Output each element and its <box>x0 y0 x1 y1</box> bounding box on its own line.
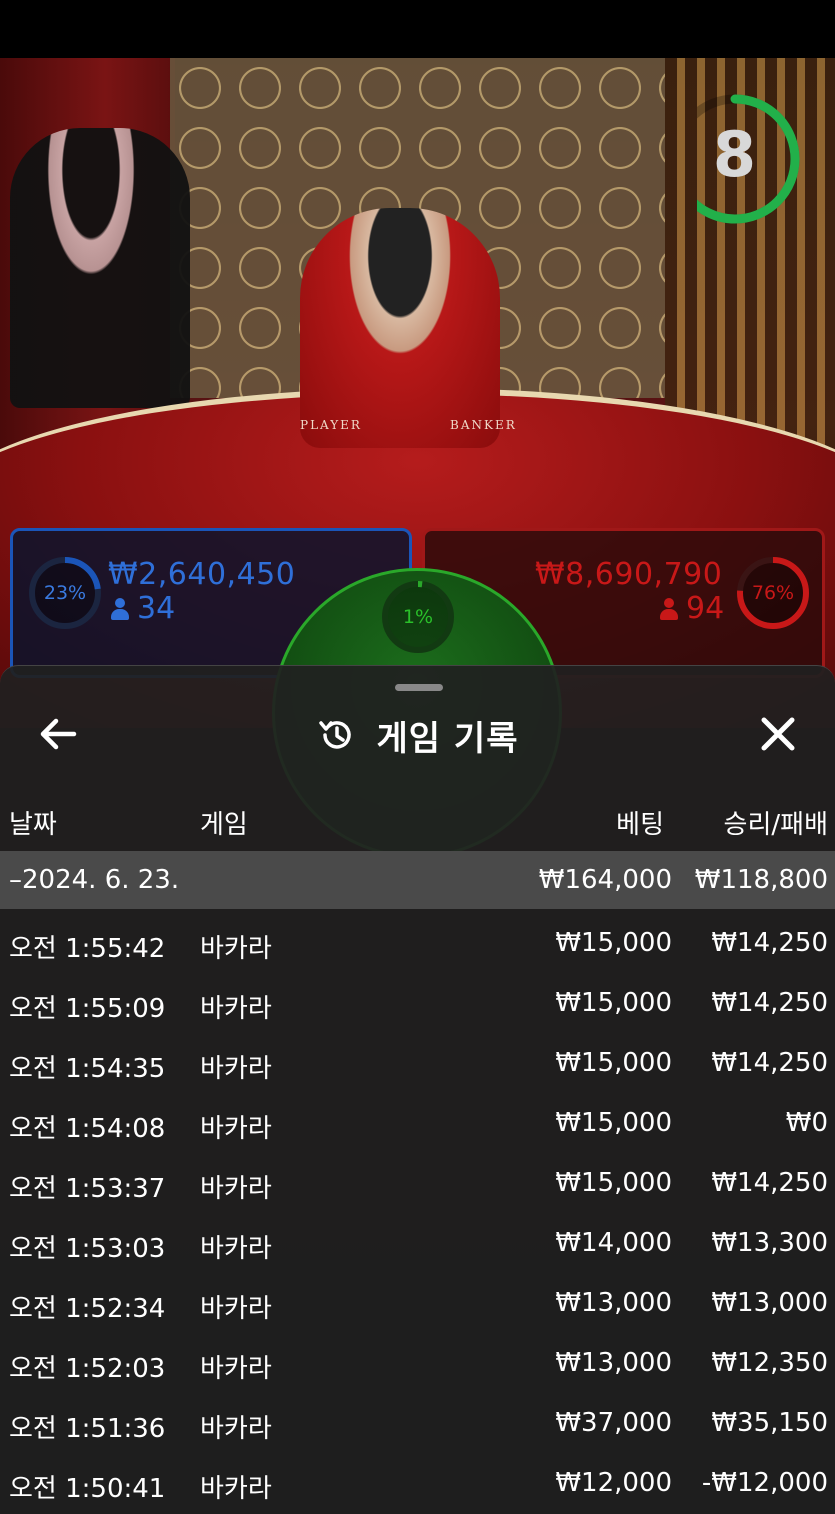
row-result: ₩12,350 <box>711 1348 828 1378</box>
table-row[interactable]: 오전 1:55:42 바카라 ₩15,000 ₩14,250 <box>0 916 835 976</box>
player-count: 34 <box>111 591 175 626</box>
row-game: 바카라 <box>200 1234 272 1264</box>
row-time: 오전 1:50:41 <box>9 1474 166 1504</box>
table-row[interactable]: 오전 1:55:09 바카라 ₩15,000 ₩14,250 <box>0 976 835 1036</box>
countdown-timer: 8 <box>670 90 805 228</box>
row-game: 바카라 <box>200 1114 272 1144</box>
history-icon <box>318 721 351 749</box>
felt-banker-label: BANKER <box>450 418 517 432</box>
row-game: 바카라 <box>200 934 272 964</box>
row-time: 오전 1:54:08 <box>9 1114 166 1144</box>
row-result: ₩14,250 <box>711 928 828 958</box>
player-count-value: 34 <box>137 591 176 626</box>
row-time: 오전 1:53:37 <box>9 1174 166 1204</box>
sheet-drag-handle[interactable] <box>395 684 443 691</box>
dealer <box>300 208 500 448</box>
row-bet: ₩13,000 <box>555 1288 672 1318</box>
row-time: 오전 1:52:34 <box>9 1294 166 1324</box>
table-row[interactable]: 오전 1:54:08 바카라 ₩15,000 ₩0 <box>0 1096 835 1156</box>
row-time: 오전 1:52:03 <box>9 1354 166 1384</box>
row-game: 바카라 <box>200 1174 272 1204</box>
row-game: 바카라 <box>200 994 272 1024</box>
column-header-bet: 베팅 <box>616 810 664 840</box>
row-result: ₩14,250 <box>711 1168 828 1198</box>
table-row[interactable]: 오전 1:52:03 바카라 ₩13,000 ₩12,350 <box>0 1336 835 1396</box>
row-bet: ₩37,000 <box>555 1408 672 1438</box>
banker-percent-ring: 76% <box>735 555 811 631</box>
row-result: ₩14,250 <box>711 988 828 1018</box>
row-bet: ₩15,000 <box>555 928 672 958</box>
game-history-sheet: 게임 기록 날짜 게임 베팅 승리/패배 –2024. 6. 23. ₩164,… <box>0 665 835 1514</box>
column-header-result: 승리/패배 <box>723 810 828 840</box>
row-result: -₩12,000 <box>701 1468 828 1498</box>
tie-percent-ring: 1% <box>380 579 456 655</box>
banker-count: 94 <box>660 591 724 626</box>
date-group-result-total: ₩118,800 <box>694 865 828 895</box>
status-bar <box>0 0 835 58</box>
row-result: ₩14,250 <box>711 1048 828 1078</box>
row-bet: ₩15,000 <box>555 1108 672 1138</box>
date-group-label: –2024. 6. 23. <box>9 865 180 895</box>
row-time: 오전 1:55:42 <box>9 934 166 964</box>
banker-count-value: 94 <box>686 591 725 626</box>
player-percent-ring: 23% <box>27 555 103 631</box>
row-bet: ₩13,000 <box>555 1348 672 1378</box>
row-time: 오전 1:53:03 <box>9 1234 166 1264</box>
row-time: 오전 1:54:35 <box>9 1054 166 1084</box>
row-result: ₩13,000 <box>711 1288 828 1318</box>
row-time: 오전 1:51:36 <box>9 1414 166 1444</box>
date-group-bet-total: ₩164,000 <box>538 865 672 895</box>
row-game: 바카라 <box>200 1054 272 1084</box>
row-game: 바카라 <box>200 1294 272 1324</box>
row-time: 오전 1:55:09 <box>9 994 166 1024</box>
close-icon <box>761 717 795 751</box>
table-row[interactable]: 오전 1:50:41 바카라 ₩12,000 -₩12,000 <box>0 1456 835 1514</box>
close-button[interactable] <box>752 710 804 758</box>
row-bet: ₩15,000 <box>555 1168 672 1198</box>
player-bet-amount: ₩2,640,450 <box>108 557 296 592</box>
column-header-date: 날짜 <box>9 810 57 840</box>
row-bet: ₩15,000 <box>555 1048 672 1078</box>
sheet-header: 게임 기록 <box>0 708 835 762</box>
banker-percent: 76% <box>751 582 795 604</box>
row-game: 바카라 <box>200 1414 272 1444</box>
person-icon <box>660 598 678 620</box>
assistant-dealer <box>10 128 190 408</box>
row-game: 바카라 <box>200 1474 272 1504</box>
row-result: ₩35,150 <box>711 1408 828 1438</box>
page-title: 게임 기록 <box>376 718 519 759</box>
person-icon <box>111 598 129 620</box>
table-row[interactable]: 오전 1:52:34 바카라 ₩13,000 ₩13,000 <box>0 1276 835 1336</box>
column-header-game: 게임 <box>200 810 248 840</box>
row-game: 바카라 <box>200 1354 272 1384</box>
row-result: ₩0 <box>785 1108 828 1138</box>
timer-seconds: 8 <box>712 118 757 191</box>
row-bet: ₩15,000 <box>555 988 672 1018</box>
tie-percent: 1% <box>402 606 434 628</box>
table-row[interactable]: 오전 1:53:37 바카라 ₩15,000 ₩14,250 <box>0 1156 835 1216</box>
table-row[interactable]: 오전 1:53:03 바카라 ₩14,000 ₩13,300 <box>0 1216 835 1276</box>
table-row[interactable]: 오전 1:51:36 바카라 ₩37,000 ₩35,150 <box>0 1396 835 1456</box>
table-row[interactable]: 오전 1:54:35 바카라 ₩15,000 ₩14,250 <box>0 1036 835 1096</box>
row-bet: ₩14,000 <box>555 1228 672 1258</box>
row-result: ₩13,300 <box>711 1228 828 1258</box>
row-bet: ₩12,000 <box>555 1468 672 1498</box>
date-group-row[interactable]: –2024. 6. 23. ₩164,000 ₩118,800 <box>0 851 835 909</box>
player-percent: 23% <box>43 582 87 604</box>
felt-player-label: PLAYER <box>300 418 362 432</box>
banker-bet-amount: ₩8,690,790 <box>535 557 723 592</box>
